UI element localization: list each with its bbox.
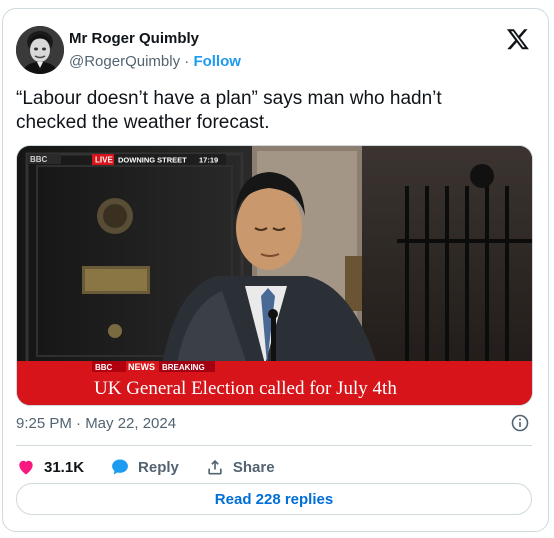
divider xyxy=(16,445,532,446)
top-left-bbc-logo: BBC xyxy=(30,155,48,164)
tweet-card: Mr Roger Quimbly @RogerQuimbly · Follow … xyxy=(2,8,549,532)
timestamp[interactable]: 9:25 PM · May 22, 2024 xyxy=(16,415,176,432)
breaking-label: BREAKING xyxy=(162,363,205,372)
live-badge: LIVE xyxy=(95,156,113,165)
tweet-text: “Labour doesn’t have a plan” says man wh… xyxy=(16,88,442,133)
headline: UK General Election called for July 4th xyxy=(94,378,397,399)
reply-button[interactable]: Reply xyxy=(110,457,179,477)
read-replies-button[interactable]: Read 228 replies xyxy=(16,483,532,515)
action-bar: 31.1K Reply Share xyxy=(16,455,301,479)
author-name[interactable]: Mr Roger Quimbly xyxy=(69,30,199,47)
location-label: DOWNING STREET xyxy=(118,156,187,165)
follow-button[interactable]: Follow xyxy=(193,53,241,70)
lower-bbc-logo: BBC xyxy=(95,363,113,372)
media-image: BBC LIVE DOWNING STREET 17:19 BBC NEWS B… xyxy=(17,146,532,405)
share-label: Share xyxy=(232,458,275,476)
share-button[interactable]: Share xyxy=(205,457,275,477)
lower-news-label: NEWS xyxy=(128,362,155,372)
time-label: 17:19 xyxy=(199,156,218,165)
reply-bubble-icon xyxy=(112,459,128,475)
like-count: 31.1K xyxy=(44,458,85,476)
like-button[interactable]: 31.1K xyxy=(16,457,84,477)
author-handle[interactable]: @RogerQuimbly xyxy=(69,53,180,70)
reply-label: Reply xyxy=(138,458,179,476)
heart-icon xyxy=(19,460,33,475)
separator: · xyxy=(184,53,190,70)
x-logo-icon[interactable] xyxy=(506,27,532,53)
info-icon[interactable] xyxy=(511,414,529,432)
share-icon xyxy=(208,459,222,475)
avatar[interactable] xyxy=(16,26,64,74)
tweet-media[interactable]: BBC LIVE DOWNING STREET 17:19 BBC NEWS B… xyxy=(16,145,533,406)
author-handle-row: @RogerQuimbly · Follow xyxy=(69,53,241,70)
